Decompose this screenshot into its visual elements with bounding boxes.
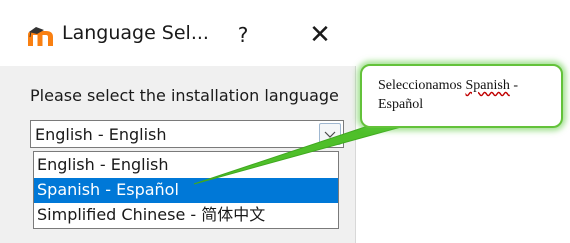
option-english[interactable]: English - English — [34, 153, 338, 178]
language-select[interactable]: English - English — [30, 120, 344, 148]
callout-spanish-word: Spanish — [465, 78, 510, 93]
option-simplified-chinese[interactable]: Simplified Chinese - 简体中文 — [34, 203, 338, 228]
close-button[interactable]: ✕ — [302, 18, 338, 52]
language-dropdown-list: English - English Spanish - Español Simp… — [33, 151, 339, 229]
chevron-down-icon[interactable] — [319, 123, 341, 145]
callout-text-start: Seleccionamos — [378, 78, 466, 93]
language-prompt: Please select the installation language — [30, 86, 339, 105]
language-dialog: Language Sel... ? ✕ Please select the in… — [0, 0, 356, 243]
moodle-logo-icon — [28, 27, 53, 46]
language-select-value: English - English — [35, 125, 167, 144]
annotation-callout: Seleccionamos Spanish - Español — [360, 64, 563, 128]
callout-text: Seleccionamos Spanish - Español — [378, 76, 551, 114]
window-title: Language Sel... — [62, 22, 209, 44]
option-label: English - English — [37, 155, 169, 174]
option-label: Simplified Chinese - 简体中文 — [37, 205, 266, 224]
title-bar: Language Sel... ? ✕ — [0, 0, 356, 66]
option-label: Spanish - Español — [37, 180, 179, 199]
option-spanish[interactable]: Spanish - Español — [34, 178, 338, 203]
help-button[interactable]: ? — [226, 18, 260, 52]
